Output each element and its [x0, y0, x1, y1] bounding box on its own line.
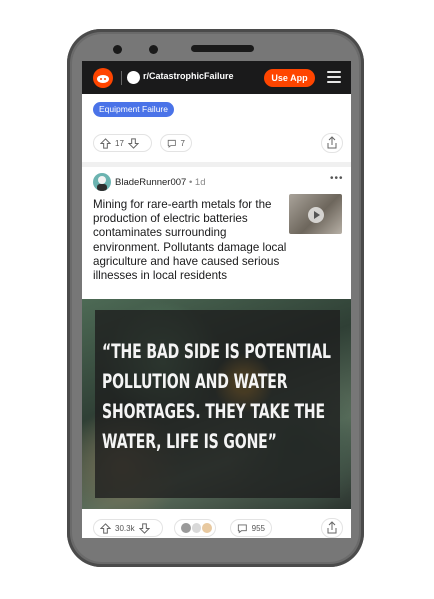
username[interactable]: BladeRunner007: [115, 177, 186, 188]
comments-pill[interactable]: 955: [230, 519, 272, 537]
play-icon: [308, 207, 324, 223]
quote-overlay: “THE BAD SIDE IS POTENTIAL POLLUTION AND…: [95, 310, 340, 498]
topbar-divider: [121, 71, 122, 85]
awards-pill[interactable]: [174, 519, 216, 537]
comments-pill[interactable]: 7: [160, 134, 192, 152]
subreddit-name[interactable]: r/CatastrophicFailure: [143, 71, 234, 81]
comment-icon: [237, 524, 247, 533]
vote-count: 30.3k: [115, 523, 135, 533]
post-separator: [82, 162, 351, 167]
comment-count: 955: [251, 523, 265, 533]
more-options-icon[interactable]: •••: [330, 173, 344, 184]
subreddit-avatar-icon: [127, 71, 140, 84]
quote-text: “THE BAD SIDE IS POTENTIAL POLLUTION AND…: [102, 340, 331, 453]
share-icon: [327, 136, 337, 149]
award-icon: [202, 523, 213, 533]
post-image[interactable]: “THE BAD SIDE IS POTENTIAL POLLUTION AND…: [82, 299, 351, 509]
upvote-icon[interactable]: [100, 522, 111, 534]
front-camera: [113, 45, 122, 54]
award-icon: [191, 523, 202, 533]
comment-icon: [167, 139, 176, 148]
share-button[interactable]: [321, 133, 343, 153]
award-icon: [181, 523, 191, 533]
post-flair[interactable]: Equipment Failure: [93, 102, 174, 117]
top-bar: r/CatastrophicFailure Use App: [82, 61, 351, 94]
screen: r/CatastrophicFailure Use App Equipment …: [82, 61, 351, 538]
reddit-logo-icon[interactable]: [93, 68, 113, 88]
downvote-icon[interactable]: [138, 522, 150, 534]
time-separator: •: [188, 177, 193, 188]
proximity-sensor: [149, 45, 158, 54]
use-app-button[interactable]: Use App: [264, 69, 315, 87]
share-icon: [327, 521, 337, 534]
post-title[interactable]: Mining for rare-earth metals for the pro…: [93, 198, 288, 283]
post-time: 1d: [194, 177, 206, 188]
vote-pill: 17: [93, 134, 152, 152]
avatar[interactable]: [93, 173, 111, 191]
upvote-icon[interactable]: [100, 137, 111, 149]
hamburger-menu-icon[interactable]: [327, 71, 341, 84]
vote-count: 17: [115, 138, 124, 148]
prev-post-actions: 17 7: [82, 133, 351, 155]
post-author[interactable]: BladeRunner007 • 1d: [115, 177, 206, 188]
downvote-icon[interactable]: [127, 137, 139, 149]
vote-pill: 30.3k: [93, 519, 163, 537]
earpiece-speaker: [191, 45, 254, 52]
share-button[interactable]: [321, 518, 343, 538]
comment-count: 7: [180, 138, 185, 148]
post-actions: 30.3k 955: [82, 518, 351, 538]
video-thumbnail[interactable]: [289, 194, 342, 234]
